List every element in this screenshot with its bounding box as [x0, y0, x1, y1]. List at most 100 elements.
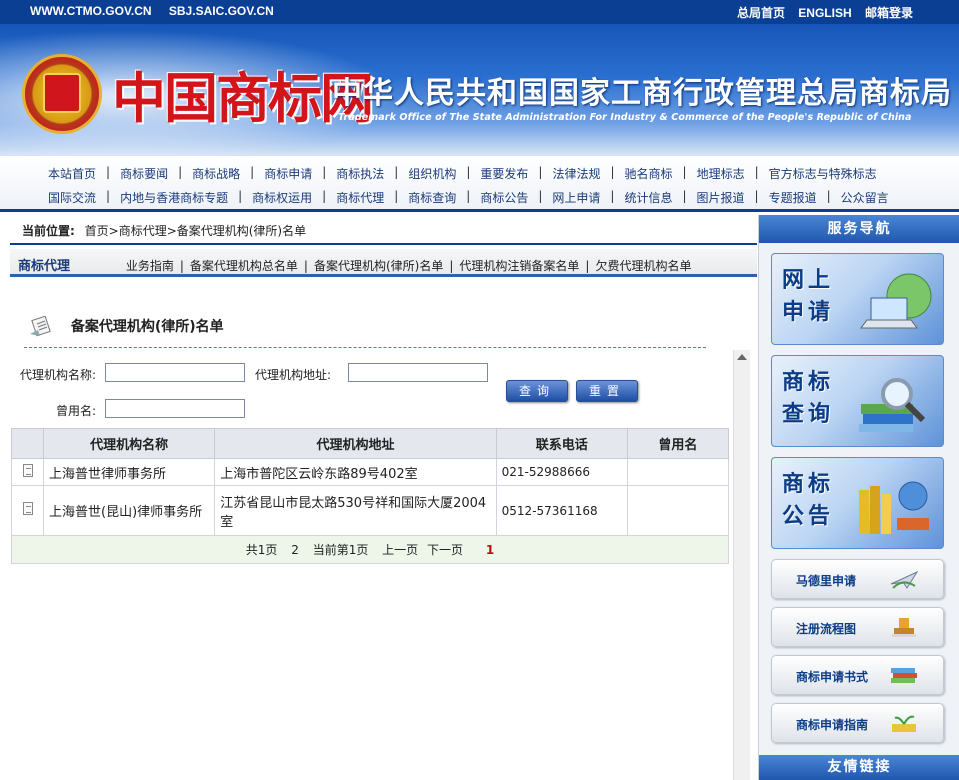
subnav-item-4[interactable]: 欠费代理机构名单: [595, 259, 691, 273]
registration-flowchart-button[interactable]: 注册流程图: [771, 607, 944, 647]
nav-separator: |: [238, 189, 243, 203]
query-button[interactable]: 查询: [506, 380, 568, 402]
button-label: 注册流程图: [796, 622, 857, 636]
nav-separator: |: [585, 259, 590, 273]
breadcrumb: 当前位置: 首页>商标代理>备案代理机构(律所)名单: [10, 215, 757, 245]
nav-item-2-5[interactable]: 商标公告: [480, 189, 528, 209]
laptop-globe-icon: [860, 273, 932, 329]
nav-item-2-8[interactable]: 图片报道: [697, 189, 745, 209]
pager-next-link[interactable]: 下一页: [427, 543, 463, 557]
nav-separator: |: [106, 165, 111, 179]
former-name-label: 曾用名:: [56, 404, 97, 418]
nav-item-2-0[interactable]: 国际交流: [48, 189, 96, 209]
pager-count: 2: [291, 543, 299, 557]
table-row[interactable]: 上海普世(昆山)律师事务所 江苏省昆山市昆太路530号祥和国际大厦2004室 0…: [10, 485, 730, 536]
row-icon-cell: [10, 458, 45, 486]
bureau-title: 中华人民共和国国家工商行政管理总局商标局: [332, 76, 952, 111]
nav-item-9[interactable]: 地理标志: [697, 165, 745, 185]
books-globe-icon: [859, 481, 929, 534]
table-header-former-name: 曾用名: [626, 428, 730, 459]
nav-item-8[interactable]: 驰名商标: [625, 165, 673, 185]
application-forms-button[interactable]: 商标申请书式: [771, 655, 944, 695]
main-nav: 本站首页 | 商标要闻 | 商标战略 | 商标申请 | 商标执法 | 组织机构 | 重要发布 | 法律法规 |…: [0, 156, 959, 212]
agency-name-input[interactable]: [105, 363, 245, 382]
stamp-icon: [892, 618, 916, 637]
nav-item-7[interactable]: 法律法规: [552, 165, 600, 185]
nav-separator: |: [466, 189, 471, 203]
header-banner: 中国商标网 中华人民共和国国家工商行政管理总局商标局 Trademark Off…: [0, 24, 959, 156]
nav-item-2-2[interactable]: 商标权运用: [252, 189, 312, 209]
nav-separator: |: [754, 165, 759, 179]
nav-item-2-6[interactable]: 网上申请: [552, 189, 600, 209]
nav-separator: |: [179, 259, 184, 273]
content-scrollbar[interactable]: [733, 350, 750, 780]
breadcrumb-label: 当前位置:: [22, 224, 75, 238]
subnav-item-3[interactable]: 代理机构注销备案名单: [459, 259, 579, 273]
section-heading: 商标代理: [18, 259, 71, 274]
agency-name-label: 代理机构名称:: [20, 368, 97, 382]
nav-item-6[interactable]: 重要发布: [480, 165, 528, 185]
online-application-card[interactable]: 网上申请: [771, 253, 944, 345]
agency-phone-cell: 021-52988666: [495, 458, 628, 486]
button-label: 马德里申请: [796, 574, 857, 588]
nav-item-1[interactable]: 商标要闻: [120, 165, 168, 185]
nav-separator: |: [610, 189, 615, 203]
service-sidebar: 服务导航 网上申请 商标查询 商标公告 马德里申请 注册流程图 商标申请书式 商…: [758, 215, 959, 780]
table-row[interactable]: 上海普世律师事务所 上海市普陀区云岭东路89号402室 021-52988666: [10, 458, 730, 486]
pagination-row: 共1页 2 当前第1页 上一页 下一页 1: [11, 535, 729, 564]
nav-item-2-3[interactable]: 商标代理: [336, 189, 384, 209]
pager-page-number[interactable]: 1: [486, 543, 494, 557]
page-title: 备案代理机构(律所)名单: [28, 316, 224, 338]
agency-name-cell[interactable]: 上海普世律师事务所: [43, 458, 216, 486]
former-name-input[interactable]: [105, 399, 245, 418]
subnav-item-1[interactable]: 备案代理机构总名单: [190, 259, 298, 273]
top-link-english[interactable]: ENGLISH: [798, 6, 851, 20]
agency-address-label: 代理机构地址:: [255, 368, 332, 382]
nav-separator: |: [322, 189, 327, 203]
reset-button[interactable]: 重置: [576, 380, 638, 402]
main-nav-row-1: 本站首页 | 商标要闻 | 商标战略 | 商标申请 | 商标执法 | 组织机构 | 重要发布 | 法律法规 |…: [48, 165, 877, 185]
nav-separator: |: [682, 189, 687, 203]
nav-separator: |: [754, 189, 759, 203]
nav-item-2-4[interactable]: 商标查询: [408, 189, 456, 209]
subnav-item-2[interactable]: 备案代理机构(律所)名单: [314, 259, 443, 273]
nav-item-5[interactable]: 组织机构: [408, 165, 456, 185]
scroll-up-arrow-icon[interactable]: [737, 354, 747, 360]
nav-item-2-7[interactable]: 统计信息: [624, 189, 672, 209]
application-guide-button[interactable]: 商标申请指南: [771, 703, 944, 743]
book-plant-icon: [892, 715, 916, 732]
nav-item-2-1[interactable]: 内地与香港商标专题: [120, 189, 228, 209]
nav-separator: |: [610, 165, 615, 179]
top-link-home[interactable]: 总局首页: [737, 6, 785, 20]
trademark-search-card[interactable]: 商标查询: [771, 355, 944, 447]
trademark-gazette-card[interactable]: 商标公告: [771, 457, 944, 549]
nav-separator: |: [826, 189, 831, 203]
site-url-ctmo[interactable]: WWW.CTMO.GOV.CN: [30, 4, 152, 18]
nav-item-3[interactable]: 商标申请: [264, 165, 312, 185]
national-emblem-icon: [22, 54, 102, 134]
nav-separator: |: [394, 189, 399, 203]
card-label: 商标公告: [782, 471, 835, 529]
nav-item-2[interactable]: 商标战略: [192, 165, 240, 185]
document-list-icon: [30, 316, 51, 337]
subnav-item-0[interactable]: 业务指南: [126, 259, 174, 273]
nav-item-0[interactable]: 本站首页: [48, 165, 96, 185]
agency-address-input[interactable]: [348, 363, 488, 382]
pager-prev-link[interactable]: 上一页: [382, 543, 418, 557]
sidebar-header: 服务导航: [759, 215, 959, 243]
button-label: 商标申请指南: [796, 718, 869, 732]
agency-name-cell[interactable]: 上海普世(昆山)律师事务所: [43, 485, 216, 536]
nav-separator: |: [682, 165, 687, 179]
nav-item-2-10[interactable]: 公众留言: [841, 189, 889, 209]
table-header-address: 代理机构地址: [214, 428, 497, 459]
table-header-row: 代理机构名称 代理机构地址 联系电话 曾用名: [10, 428, 730, 459]
nav-separator: |: [303, 259, 308, 273]
breadcrumb-path[interactable]: 首页>商标代理>备案代理机构(律所)名单: [85, 224, 306, 238]
nav-item-2-9[interactable]: 专题报道: [769, 189, 817, 209]
nav-item-10[interactable]: 官方标志与特殊标志: [769, 165, 877, 185]
button-label: 商标申请书式: [796, 670, 869, 684]
nav-item-4[interactable]: 商标执法: [336, 165, 384, 185]
madrid-application-button[interactable]: 马德里申请: [771, 559, 944, 599]
site-url-saic[interactable]: SBJ.SAIC.GOV.CN: [169, 4, 274, 18]
top-link-mail[interactable]: 邮箱登录: [865, 6, 913, 20]
